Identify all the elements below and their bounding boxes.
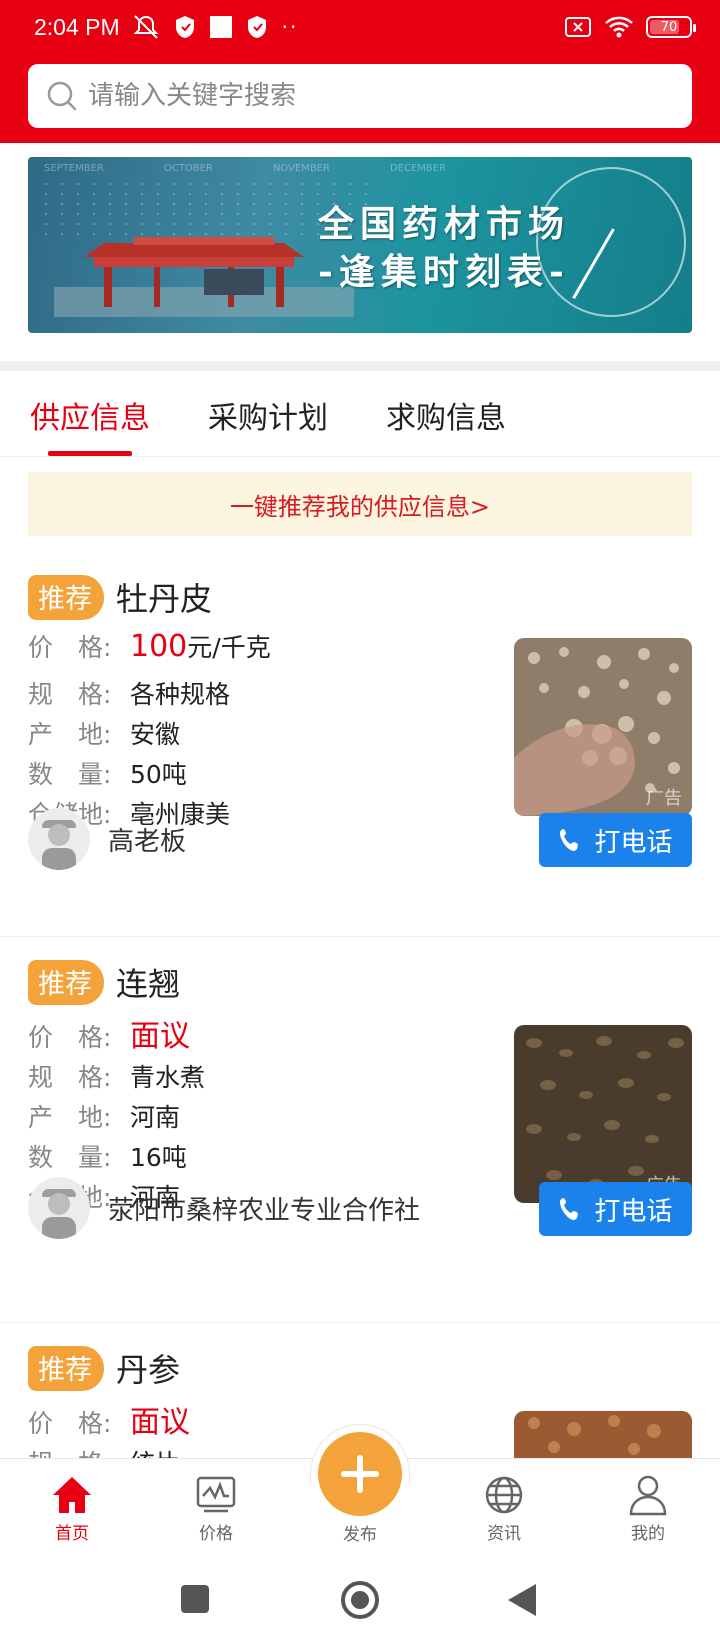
- wifi-icon: [605, 16, 633, 38]
- price-value: 面议: [130, 1405, 190, 1440]
- tab-purchase-plan[interactable]: 采购计划: [208, 371, 328, 456]
- avatar: [28, 1177, 90, 1239]
- phone-icon: [560, 829, 579, 851]
- status-bar: 2:04 PM ·· 70: [0, 0, 720, 54]
- banner-title: 全国药材市场: [318, 203, 571, 245]
- search-icon: [47, 81, 77, 111]
- call-label: 打电话: [594, 827, 673, 858]
- origin-label: 产 地:: [28, 1103, 112, 1132]
- nav-price[interactable]: 价格: [166, 1471, 266, 1544]
- spec-value: 青水煮: [130, 1063, 206, 1092]
- price-unit: 元/千克: [187, 633, 271, 662]
- battery-icon: 70: [646, 16, 696, 38]
- call-button[interactable]: 打电话: [539, 1182, 692, 1236]
- banner-month: SEPTEMBER: [44, 163, 104, 174]
- market-building-image: [54, 237, 354, 317]
- call-button[interactable]: 打电话: [539, 813, 692, 867]
- app-header: 2:04 PM ·· 70: [0, 0, 720, 143]
- ad-label: 广告: [646, 788, 682, 809]
- search-bar[interactable]: [28, 64, 692, 128]
- listing-card[interactable]: 推荐 牡丹皮 价 格: 100 元/千克 规 格: 各种规格 产 地: 安徽 数…: [0, 540, 720, 937]
- listing-name: 牡丹皮: [116, 580, 213, 618]
- price-value: 面议: [130, 1019, 190, 1054]
- nav-news[interactable]: 资讯: [454, 1471, 554, 1544]
- banner-subtitle: -逢集时刻表-: [318, 251, 570, 293]
- category-tabs: 供应信息 采购计划 求购信息: [0, 371, 720, 457]
- publish-button[interactable]: [318, 1432, 402, 1516]
- origin-value: 河南: [130, 1103, 181, 1132]
- tab-wanted[interactable]: 求购信息: [386, 371, 506, 456]
- spec-label: 规 格:: [28, 680, 112, 709]
- status-time: 2:04 PM: [34, 13, 120, 40]
- nav-price-label: 价格: [199, 1524, 233, 1544]
- more-dots-icon: ··: [281, 15, 299, 39]
- section-divider: [0, 361, 720, 371]
- product-image[interactable]: 广告: [514, 1025, 692, 1203]
- banner-month: OCTOBER: [163, 163, 213, 174]
- recents-icon[interactable]: [180, 1584, 210, 1614]
- quantity-label: 数 量:: [28, 760, 112, 789]
- recommend-tag: 推荐: [28, 1345, 104, 1391]
- notification-square-icon: [209, 16, 232, 38]
- recommend-my-supply-button[interactable]: 一键推荐我的供应信息>: [28, 472, 692, 536]
- quantity-value: 50吨: [130, 760, 187, 789]
- phone-icon: [560, 1198, 579, 1220]
- nav-news-label: 资讯: [487, 1524, 521, 1544]
- price-label: 价 格:: [28, 633, 112, 662]
- price-value: 100: [130, 629, 188, 664]
- market-schedule-banner[interactable]: SEPTEMBER OCTOBER NOVEMBER DECEMBER 全国药材…: [28, 157, 692, 333]
- call-label: 打电话: [594, 1196, 673, 1227]
- nav-home-label: 首页: [55, 1524, 89, 1544]
- price-label: 价 格:: [28, 1023, 112, 1052]
- recommend-tag: 推荐: [28, 574, 104, 620]
- avatar: [28, 808, 90, 870]
- battery-level: 70: [660, 19, 678, 35]
- home-icon: [53, 1477, 91, 1513]
- quantity-value: 16吨: [130, 1143, 187, 1172]
- plus-icon: [341, 1455, 379, 1493]
- shield-icon: [175, 16, 194, 38]
- no-sim-icon: [565, 17, 591, 37]
- search-input[interactable]: [88, 81, 648, 111]
- product-image[interactable]: [514, 1411, 692, 1458]
- spec-label: 规 格:: [28, 1063, 112, 1092]
- back-icon[interactable]: [506, 1582, 538, 1618]
- globe-icon: [485, 1476, 523, 1514]
- banner-month: DECEMBER: [389, 163, 447, 174]
- banner-month: NOVEMBER: [272, 163, 330, 174]
- nav-home[interactable]: 首页: [22, 1471, 122, 1544]
- tab-supply[interactable]: 供应信息: [30, 371, 150, 456]
- nav-mine-label: 我的: [631, 1524, 665, 1544]
- spec-value: 统片: [130, 1444, 180, 1458]
- quantity-label: 数 量:: [28, 1143, 112, 1172]
- listing-card[interactable]: 推荐 连翘 价 格: 面议 规 格: 青水煮 产 地: 河南 数 量: 16吨 …: [0, 937, 720, 1323]
- spec-label: 规 格:: [28, 1444, 130, 1458]
- seller-name: 荥阳市桑梓农业专业合作社: [108, 1195, 421, 1226]
- shield-icon-2: [247, 16, 266, 38]
- product-image[interactable]: 广告: [514, 638, 692, 816]
- recommend-tag: 推荐: [28, 959, 104, 1005]
- price-chart-icon: [196, 1476, 236, 1513]
- banner-section: SEPTEMBER OCTOBER NOVEMBER DECEMBER 全国药材…: [0, 143, 720, 361]
- system-navigation-bar: [0, 1554, 720, 1650]
- nav-mine[interactable]: 我的: [598, 1471, 698, 1544]
- user-icon: [629, 1475, 667, 1516]
- seller-name: 高老板: [108, 826, 187, 857]
- origin-value: 安徽: [130, 720, 181, 749]
- home-circle-icon[interactable]: [340, 1580, 380, 1620]
- price-label: 价 格:: [28, 1409, 112, 1438]
- spec-value: 各种规格: [130, 680, 231, 709]
- origin-label: 产 地:: [28, 720, 112, 749]
- listing-name: 丹参: [116, 1351, 181, 1389]
- nav-publish-label: 发布: [343, 1525, 377, 1545]
- listing-name: 连翘: [116, 965, 181, 1003]
- mute-icon: [133, 15, 159, 39]
